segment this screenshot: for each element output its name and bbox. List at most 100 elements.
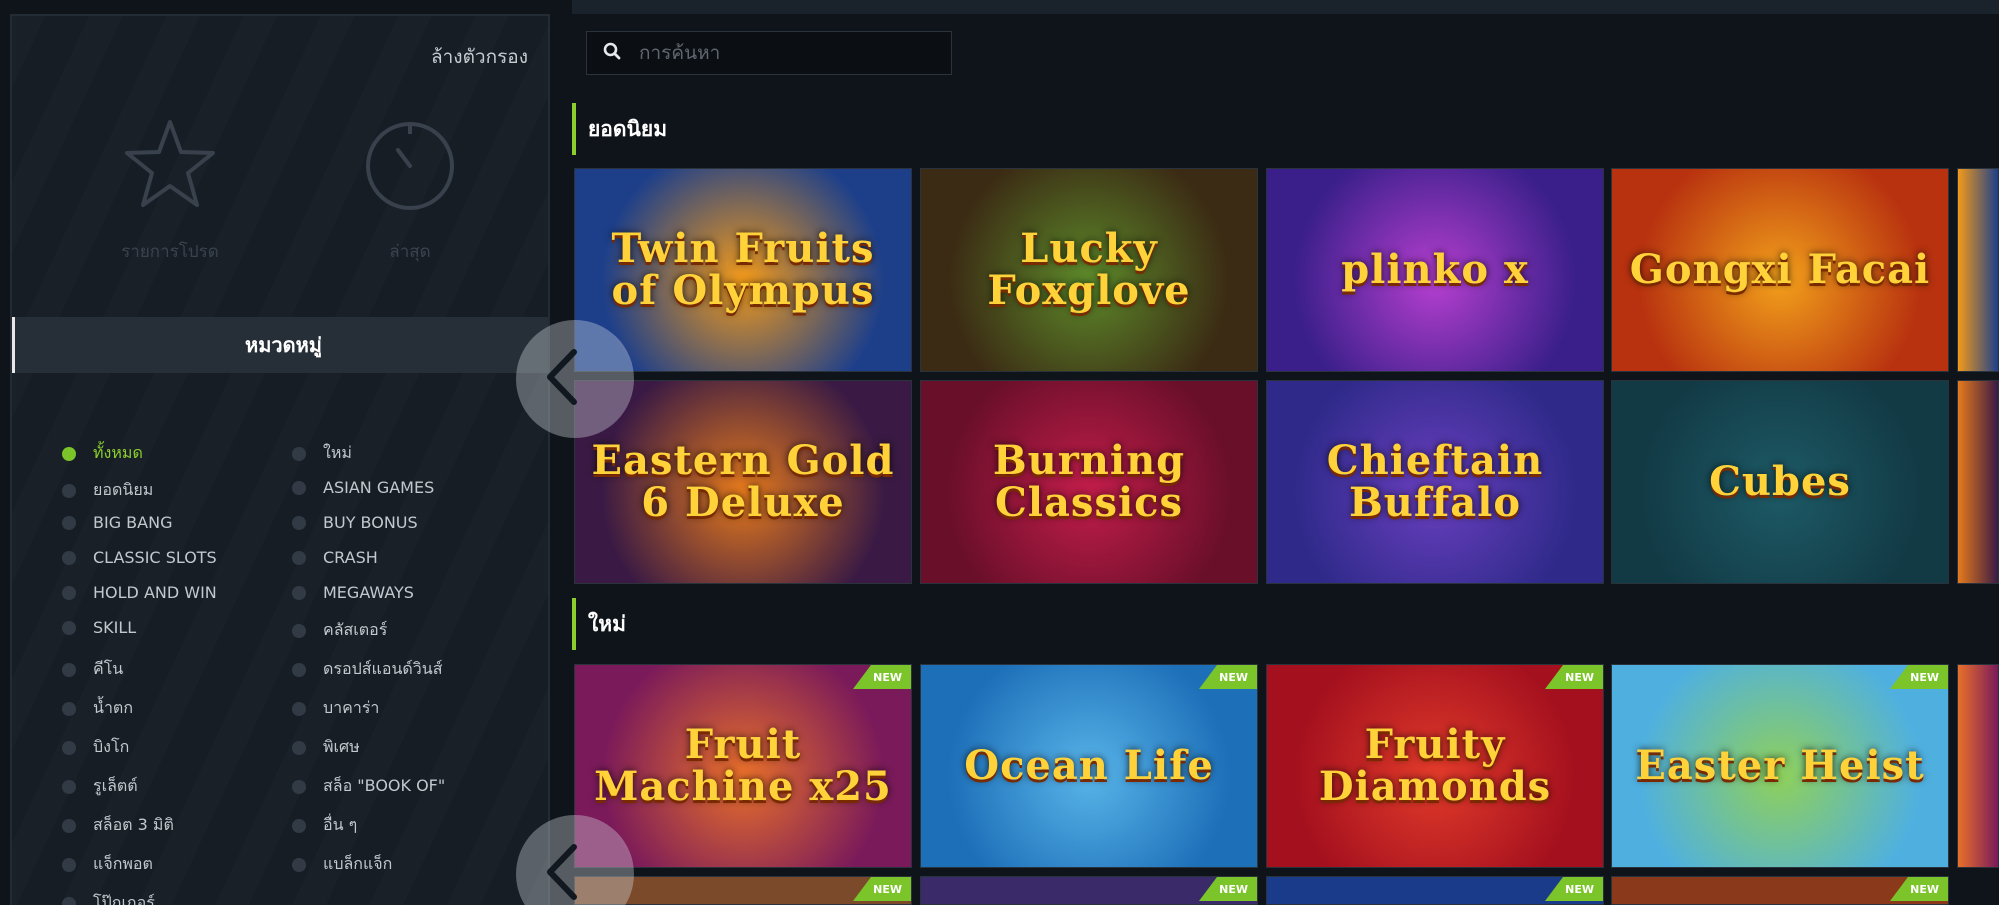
category-item[interactable]: บิงโก: [62, 735, 129, 760]
category-label: BUY BONUS: [323, 513, 418, 532]
radio-dot-icon: [292, 818, 306, 833]
game-tile[interactable]: Chieftain Buffalo: [1266, 380, 1604, 584]
search-box[interactable]: [586, 31, 952, 75]
radio-dot-icon: [62, 740, 76, 755]
game-tile[interactable]: plinko x: [1266, 168, 1604, 372]
category-label: สล็อ "BOOK OF": [323, 776, 446, 795]
category-item[interactable]: แบล็กแจ็ก: [292, 852, 392, 877]
chevron-left-icon: [542, 843, 582, 905]
game-tile[interactable]: Easter Heist NEW: [1611, 664, 1949, 868]
category-item[interactable]: CLASSIC SLOTS: [62, 548, 217, 567]
category-item[interactable]: สล็อต 3 มิติ: [62, 813, 174, 838]
game-title: Chieftain Buffalo: [1326, 437, 1544, 526]
recent-shortcut[interactable]: ล่าสุด: [310, 116, 510, 265]
game-tile[interactable]: Ocean Life NEW: [920, 664, 1258, 868]
category-label: พิเศษ: [323, 737, 360, 756]
radio-dot-icon: [62, 483, 76, 498]
category-label: CLASSIC SLOTS: [93, 548, 217, 567]
radio-dot-icon: [292, 857, 306, 872]
category-label: คลัสเตอร์: [323, 620, 388, 639]
game-tile-partial[interactable]: [1957, 664, 1999, 868]
category-label: SKILL: [93, 618, 137, 637]
category-item[interactable]: BIG BANG: [62, 513, 172, 532]
clear-filter-link[interactable]: ล้างตัวกรอง: [431, 42, 528, 72]
game-tile[interactable]: Lucky Foxglove: [920, 168, 1258, 372]
radio-dot-icon: [62, 662, 76, 677]
game-tile-partial[interactable]: NEW: [1266, 876, 1604, 905]
game-title: Gongxi Facai: [1629, 246, 1931, 293]
category-label: คีโน: [93, 659, 124, 678]
category-label: โป๊กเกอร์: [93, 893, 155, 905]
game-tile[interactable]: Fruity Diamonds NEW: [1266, 664, 1604, 868]
category-label: สล็อต 3 มิติ: [93, 815, 174, 834]
category-label: อื่น ๆ: [323, 815, 358, 834]
category-label: ทั้งหมด: [93, 443, 143, 462]
category-item[interactable]: CRASH: [292, 548, 378, 567]
category-item[interactable]: SKILL: [62, 618, 136, 637]
favorites-shortcut[interactable]: รายการโปรด: [70, 116, 270, 265]
popular-prev-button[interactable]: [516, 320, 634, 438]
new-section-title: ใหม่: [572, 598, 626, 650]
top-strip: [572, 0, 1999, 14]
category-item[interactable]: น้ำตก: [62, 696, 133, 721]
radio-dot-icon: [292, 515, 306, 530]
game-title: Cubes: [1709, 458, 1851, 505]
categories-header: หมวดหมู่: [12, 317, 548, 373]
radio-dot-icon: [292, 662, 306, 677]
category-item[interactable]: MEGAWAYS: [292, 583, 414, 602]
popular-section-title: ยอดนิยม: [572, 103, 667, 155]
game-tile-partial[interactable]: [1957, 380, 1999, 584]
game-tile[interactable]: Cubes: [1611, 380, 1949, 584]
radio-dot-icon: [62, 857, 76, 872]
search-icon: [603, 42, 621, 64]
radio-dot-icon: [62, 701, 76, 716]
category-item[interactable]: รูเล็ตต์: [62, 774, 138, 799]
game-tile-partial[interactable]: NEW: [920, 876, 1258, 905]
category-item[interactable]: ทั้งหมด: [62, 441, 143, 466]
category-item[interactable]: คลัสเตอร์: [292, 618, 387, 643]
chevron-left-icon: [542, 348, 582, 410]
category-label: น้ำตก: [93, 698, 133, 717]
game-tile-partial[interactable]: NEW: [1611, 876, 1949, 905]
game-tile[interactable]: Twin Fruits of Olympus: [574, 168, 912, 372]
filter-sidebar: ล้างตัวกรอง รายการโปรด ล่าสุด หมวดหมู่ ท…: [10, 14, 550, 905]
category-item[interactable]: ใหม่: [292, 441, 352, 466]
category-item[interactable]: พิเศษ: [292, 735, 360, 760]
category-label: แจ็กพอต: [93, 854, 153, 873]
category-item[interactable]: คีโน: [62, 657, 123, 682]
radio-dot-icon: [292, 585, 306, 600]
category-label: BIG BANG: [93, 513, 173, 532]
category-label: ASIAN GAMES: [323, 478, 435, 497]
search-input[interactable]: [639, 42, 939, 64]
radio-dot-icon: [62, 620, 76, 635]
new-badge: NEW: [1199, 877, 1257, 901]
radio-dot-icon: [62, 550, 76, 565]
radio-dot-icon: [292, 701, 306, 716]
game-title: Ocean Life: [964, 742, 1214, 789]
radio-dot-icon: [62, 779, 76, 794]
category-item[interactable]: BUY BONUS: [292, 513, 418, 532]
category-label: บิงโก: [93, 737, 130, 756]
game-tile[interactable]: Burning Classics: [920, 380, 1258, 584]
category-item[interactable]: อื่น ๆ: [292, 813, 357, 838]
new-badge: NEW: [853, 877, 911, 901]
game-title: Lucky Foxglove: [987, 225, 1191, 314]
category-item[interactable]: โป๊กเกอร์: [62, 891, 155, 905]
category-item[interactable]: บาคาร่า: [292, 696, 379, 721]
game-title: Fruity Diamonds: [1318, 721, 1552, 810]
category-item[interactable]: ดรอปส์แอนด์วินส์: [292, 657, 442, 682]
game-title: plinko x: [1341, 246, 1529, 293]
radio-dot-icon: [292, 446, 306, 461]
category-item[interactable]: ASIAN GAMES: [292, 478, 434, 497]
category-item[interactable]: ยอดนิยม: [62, 478, 153, 503]
category-item[interactable]: แจ็กพอต: [62, 852, 153, 877]
radio-dot-icon: [292, 623, 306, 638]
game-tile[interactable]: Gongxi Facai: [1611, 168, 1949, 372]
category-label: รูเล็ตต์: [93, 776, 138, 795]
category-item[interactable]: สล็อ "BOOK OF": [292, 774, 445, 799]
new-badge: NEW: [1890, 877, 1948, 901]
game-tile[interactable]: Fruit Machine x25 NEW: [574, 664, 912, 868]
game-tile-partial[interactable]: [1957, 168, 1999, 372]
category-label: HOLD AND WIN: [93, 583, 217, 602]
category-item[interactable]: HOLD AND WIN: [62, 583, 217, 602]
